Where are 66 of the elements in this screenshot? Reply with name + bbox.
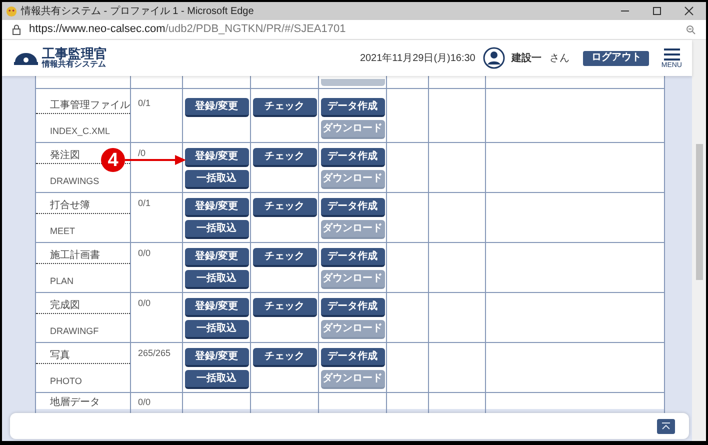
step-number-badge: 4: [101, 148, 125, 172]
zoom-icon[interactable]: [686, 24, 696, 34]
document-name: 打合せ簿: [50, 200, 90, 211]
file-count: 0/0: [138, 397, 151, 407]
menu-icon[interactable]: [664, 48, 680, 60]
arrow-icon: [125, 155, 186, 165]
close-icon[interactable]: [684, 6, 694, 16]
create-data-button[interactable]: データ作成: [320, 198, 384, 217]
table-cell: [429, 89, 486, 143]
bulk-import-button[interactable]: 一括取込: [184, 270, 248, 289]
user-name: 建設一: [511, 52, 542, 66]
bulk-import-button[interactable]: 一括取込: [184, 370, 248, 389]
check-button[interactable]: チェック: [252, 98, 316, 117]
file-count: /0: [138, 148, 146, 158]
browser-icon: [6, 6, 17, 16]
file-count: 0/1: [138, 98, 151, 108]
file-count: 265/265: [138, 348, 171, 358]
document-name: 地層データ: [50, 397, 100, 408]
document-name: 発注図: [50, 150, 80, 161]
logout-button[interactable]: ログアウト: [583, 50, 650, 66]
create-data-button[interactable]: データ作成: [320, 348, 384, 367]
register-button[interactable]: 登録/変更: [184, 348, 248, 367]
table-cell: [429, 76, 486, 89]
user-avatar-icon: [483, 47, 506, 69]
bulk-import-button[interactable]: 一括取込: [184, 220, 248, 239]
check-button[interactable]: チェック: [252, 298, 316, 317]
file-count: 0/0: [138, 298, 151, 308]
logo-subtitle: 情報共有システム: [42, 60, 106, 68]
document-code: MEET: [50, 226, 76, 236]
logo-icon: [14, 51, 38, 65]
file-count: 0/1: [138, 198, 151, 208]
scrollbar[interactable]: [692, 40, 706, 441]
create-data-button[interactable]: データ作成: [320, 148, 384, 167]
document-name: 施工計画書: [50, 250, 100, 261]
create-data-button[interactable]: データ作成: [320, 298, 384, 317]
register-button[interactable]: 登録/変更: [184, 248, 248, 267]
maximize-icon[interactable]: [652, 6, 662, 16]
check-button[interactable]: チェック: [252, 248, 316, 267]
lock-icon: [12, 24, 21, 35]
check-button[interactable]: チェック: [252, 348, 316, 367]
document-code: INDEX_C.XML: [50, 126, 110, 136]
document-name: 写真: [50, 350, 70, 361]
window-title: 情報共有システム - プロファイル 1 - Microsoft Edge: [21, 4, 254, 18]
logo-title: 工事監理官: [42, 46, 108, 60]
create-data-button[interactable]: データ作成: [320, 248, 384, 267]
create-data-button[interactable]: データ作成: [320, 98, 384, 117]
document-code: PLAN: [50, 276, 74, 286]
register-button[interactable]: 登録/変更: [184, 198, 248, 217]
document-code: DRAWINGF: [50, 326, 99, 336]
check-button[interactable]: チェック: [252, 198, 316, 217]
bulk-import-button[interactable]: 一括取込: [184, 320, 248, 339]
chevron-up-icon: [661, 422, 671, 430]
datetime: 2021年11月29日(月)16:30: [360, 52, 476, 66]
document-name: 完成図: [50, 300, 80, 311]
register-button[interactable]: 登録/変更: [184, 98, 248, 117]
document-code: DRAWINGS: [50, 176, 100, 186]
document-code: PHOTO: [50, 376, 82, 386]
register-button[interactable]: 登録/変更: [184, 298, 248, 317]
file-count: 0/0: [138, 248, 151, 258]
url-text: https://www.neo-calsec.com/udb2/PDB_NGTKN/PR/#/SJEA1701: [29, 22, 346, 38]
bulk-import-button[interactable]: 一括取込: [184, 170, 248, 189]
check-button[interactable]: チェック: [252, 148, 316, 167]
register-button[interactable]: 登録/変更: [184, 148, 248, 167]
scroll-top-button[interactable]: [657, 418, 675, 434]
user-suffix: さん: [549, 52, 570, 66]
document-name: 工事管理ファイル: [50, 100, 130, 111]
